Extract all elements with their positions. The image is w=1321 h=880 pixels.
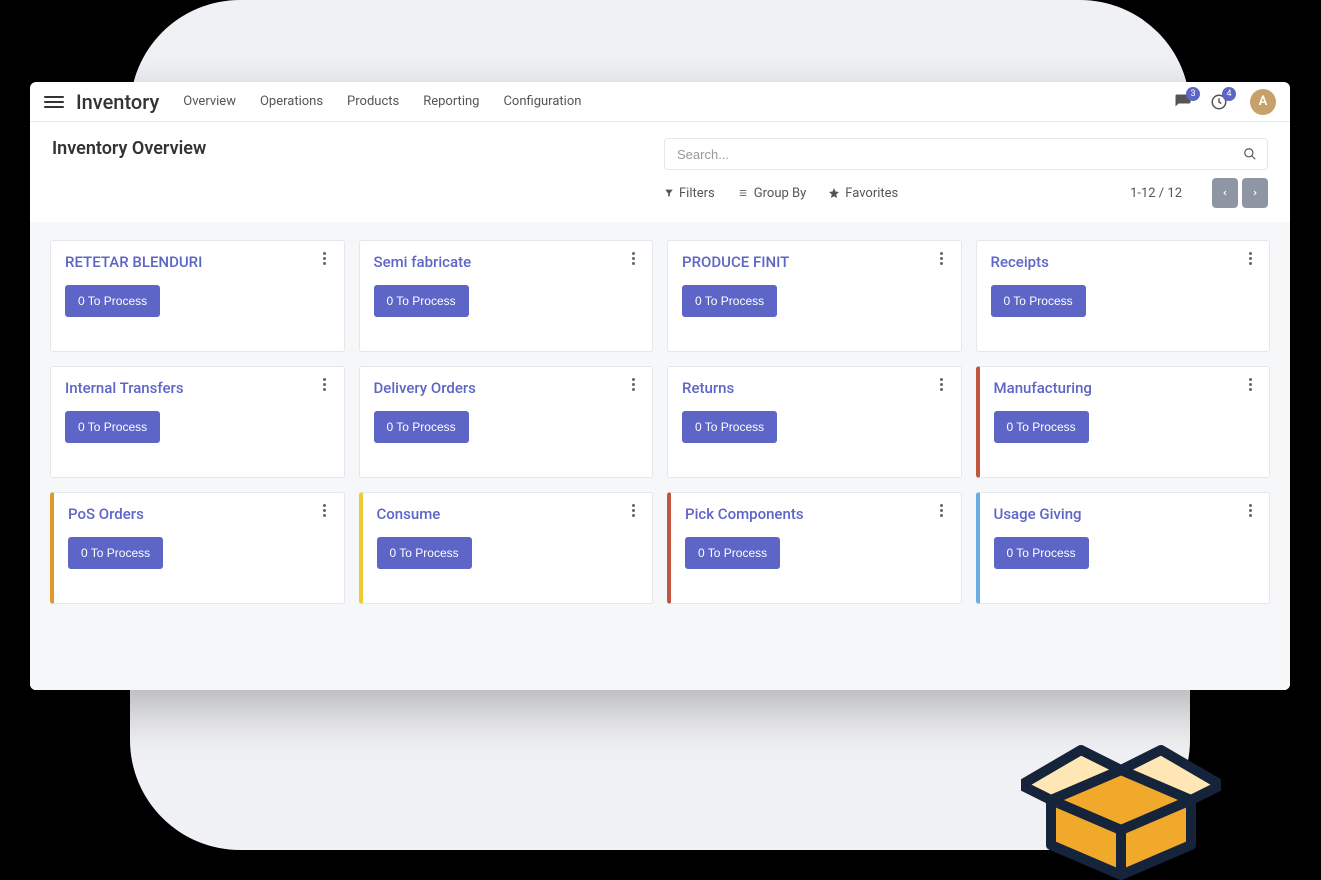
process-button[interactable]: 0 To Process: [68, 537, 163, 569]
groupby-button[interactable]: Group By: [737, 186, 807, 201]
kebab-icon[interactable]: [933, 501, 951, 519]
operation-card: Usage Giving 0 To Process: [976, 492, 1271, 604]
process-button[interactable]: 0 To Process: [374, 285, 469, 317]
app-title: Inventory: [76, 90, 159, 114]
process-button[interactable]: 0 To Process: [682, 285, 777, 317]
card-title[interactable]: PRODUCE FINIT: [682, 253, 947, 271]
activity-badge: 4: [1222, 87, 1236, 101]
card-title[interactable]: Internal Transfers: [65, 379, 330, 397]
card-grid: RETETAR BLENDURI0 To ProcessSemi fabrica…: [50, 240, 1270, 604]
process-button[interactable]: 0 To Process: [682, 411, 777, 443]
search-box[interactable]: [664, 138, 1268, 170]
process-button[interactable]: 0 To Process: [377, 537, 472, 569]
kebab-icon[interactable]: [316, 375, 334, 393]
kebab-icon[interactable]: [624, 501, 642, 519]
filters-button[interactable]: Filters: [664, 186, 715, 201]
kebab-icon[interactable]: [1241, 249, 1259, 267]
avatar[interactable]: A: [1250, 89, 1276, 115]
chat-icon[interactable]: 3: [1172, 91, 1194, 113]
app-window: Inventory Overview Operations Products R…: [30, 82, 1290, 690]
next-page-button[interactable]: [1242, 178, 1268, 208]
search-input[interactable]: [675, 146, 1243, 163]
kebab-icon[interactable]: [933, 249, 951, 267]
page-title: Inventory Overview: [52, 138, 206, 159]
card-title[interactable]: Receipts: [991, 253, 1256, 271]
card-title[interactable]: Manufacturing: [994, 379, 1256, 397]
operation-card: RETETAR BLENDURI 0 To Process: [50, 240, 345, 352]
search-icon[interactable]: [1243, 147, 1257, 161]
content-area: RETETAR BLENDURI0 To ProcessSemi fabrica…: [30, 222, 1290, 690]
process-button[interactable]: 0 To Process: [65, 285, 160, 317]
operation-card: Receipts 0 To Process: [976, 240, 1271, 352]
nav-configuration[interactable]: Configuration: [503, 94, 581, 109]
filters-label: Filters: [679, 186, 715, 201]
card-title[interactable]: Semi fabricate: [374, 253, 639, 271]
process-button[interactable]: 0 To Process: [994, 411, 1089, 443]
card-title[interactable]: Returns: [682, 379, 947, 397]
nav-links: Overview Operations Products Reporting C…: [183, 94, 581, 109]
process-button[interactable]: 0 To Process: [65, 411, 160, 443]
operation-card: Consume 0 To Process: [359, 492, 654, 604]
control-row: Inventory Overview Filters Group By: [30, 122, 1290, 208]
kebab-icon[interactable]: [624, 249, 642, 267]
pager: [1212, 178, 1268, 208]
kebab-icon[interactable]: [1241, 375, 1259, 393]
card-title[interactable]: RETETAR BLENDURI: [65, 253, 330, 271]
nav-overview[interactable]: Overview: [183, 94, 236, 109]
groupby-label: Group By: [754, 186, 807, 201]
process-button[interactable]: 0 To Process: [374, 411, 469, 443]
record-range: 1-12 / 12: [1130, 186, 1182, 201]
nav-reporting[interactable]: Reporting: [423, 94, 479, 109]
operation-card: Delivery Orders 0 To Process: [359, 366, 654, 478]
operation-card: PRODUCE FINIT 0 To Process: [667, 240, 962, 352]
chat-badge: 3: [1186, 87, 1200, 101]
operation-card: PoS Orders 0 To Process: [50, 492, 345, 604]
kebab-icon[interactable]: [316, 249, 334, 267]
nav-products[interactable]: Products: [347, 94, 399, 109]
top-nav: Inventory Overview Operations Products R…: [30, 82, 1290, 122]
operation-card: Pick Components 0 To Process: [667, 492, 962, 604]
kebab-icon[interactable]: [316, 501, 334, 519]
card-title[interactable]: Consume: [377, 505, 639, 523]
process-button[interactable]: 0 To Process: [994, 537, 1089, 569]
kebab-icon[interactable]: [624, 375, 642, 393]
card-title[interactable]: Delivery Orders: [374, 379, 639, 397]
process-button[interactable]: 0 To Process: [685, 537, 780, 569]
activity-icon[interactable]: 4: [1208, 91, 1230, 113]
card-title[interactable]: PoS Orders: [68, 505, 330, 523]
operation-card: Internal Transfers 0 To Process: [50, 366, 345, 478]
nav-operations[interactable]: Operations: [260, 94, 323, 109]
kebab-icon[interactable]: [933, 375, 951, 393]
controls-right: Filters Group By Favorites 1-12 / 12: [664, 138, 1268, 208]
toolbar-secondary: Filters Group By Favorites 1-12 / 12: [664, 178, 1268, 208]
hamburger-icon[interactable]: [44, 92, 64, 112]
operation-card: Returns 0 To Process: [667, 366, 962, 478]
kebab-icon[interactable]: [1241, 501, 1259, 519]
card-title[interactable]: Pick Components: [685, 505, 947, 523]
prev-page-button[interactable]: [1212, 178, 1238, 208]
favorites-label: Favorites: [845, 186, 898, 201]
box-illustration-icon: [1021, 740, 1221, 880]
operation-card: Manufacturing 0 To Process: [976, 366, 1271, 478]
process-button[interactable]: 0 To Process: [991, 285, 1086, 317]
card-title[interactable]: Usage Giving: [994, 505, 1256, 523]
favorites-button[interactable]: Favorites: [828, 186, 898, 201]
operation-card: Semi fabricate 0 To Process: [359, 240, 654, 352]
